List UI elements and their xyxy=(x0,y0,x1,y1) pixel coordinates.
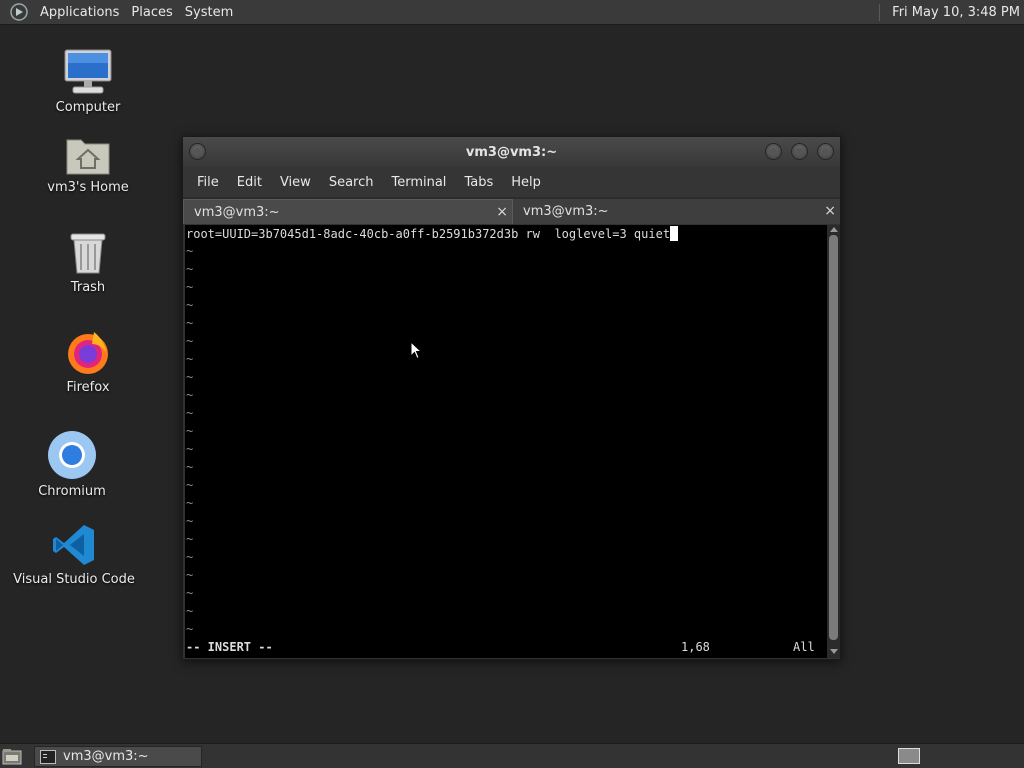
vim-empty-line-marker: ~ xyxy=(186,478,194,492)
taskbar-terminal-button[interactable]: vm3@vm3:~ xyxy=(34,746,202,767)
cursor-position: 1,68 xyxy=(681,640,710,654)
vim-empty-line-marker: ~ xyxy=(186,352,194,366)
tab-close-icon[interactable]: × xyxy=(496,204,508,220)
desktop-icon-label: Computer xyxy=(55,100,121,115)
vim-status-line: -- INSERT -- 1,68 All xyxy=(186,639,824,656)
scroll-down-arrow-icon[interactable] xyxy=(830,649,838,654)
menu-view[interactable]: View xyxy=(272,175,319,190)
close-button[interactable] xyxy=(817,143,834,160)
terminal-scrollbar[interactable] xyxy=(827,225,840,658)
vim-empty-line-marker: ~ xyxy=(186,280,194,294)
firefox-icon xyxy=(64,324,112,376)
places-menu[interactable]: Places xyxy=(125,5,178,20)
scroll-position: All xyxy=(793,640,815,654)
applications-menu[interactable]: Applications xyxy=(34,5,125,20)
vscode-icon xyxy=(51,516,97,568)
terminal-icon xyxy=(40,749,56,764)
panel-separator xyxy=(879,3,881,21)
computer-icon xyxy=(63,44,113,96)
desktop-icon-firefox[interactable]: Firefox xyxy=(58,324,118,395)
menu-search[interactable]: Search xyxy=(321,175,382,190)
terminal-window[interactable]: vm3@vm3:~ File Edit View Search Terminal… xyxy=(182,136,841,660)
terminal-command-text: root=UUID=3b7045d1-8adc-40cb-a0ff-b2591b… xyxy=(186,227,671,241)
vim-empty-line-marker: ~ xyxy=(186,442,194,456)
clock[interactable]: Fri May 10, 3:48 PM xyxy=(892,5,1020,20)
top-panel: Applications Places System Fri May 10, 3… xyxy=(0,0,1024,25)
vim-empty-line-marker: ~ xyxy=(186,244,194,258)
menu-help[interactable]: Help xyxy=(503,175,549,190)
window-titlebar[interactable]: vm3@vm3:~ xyxy=(183,137,840,167)
vim-empty-line-marker: ~ xyxy=(186,388,194,402)
desktop-icon-label: Visual Studio Code xyxy=(13,572,135,587)
vim-mode-indicator: -- INSERT -- xyxy=(186,640,273,654)
vim-empty-line-marker: ~ xyxy=(186,586,194,600)
workspace-switcher[interactable] xyxy=(898,748,920,764)
desktop-icon-label: Firefox xyxy=(66,380,110,395)
scrollbar-thumb[interactable] xyxy=(829,235,838,640)
vim-empty-line-marker: ~ xyxy=(186,334,194,348)
window-menu-button[interactable] xyxy=(189,143,206,160)
desktop-icon-label: vm3's Home xyxy=(47,180,129,195)
menu-edit[interactable]: Edit xyxy=(229,175,270,190)
minimize-button[interactable] xyxy=(765,143,782,160)
scroll-up-arrow-icon[interactable] xyxy=(830,227,838,232)
text-cursor xyxy=(670,226,679,241)
tab-close-icon[interactable]: × xyxy=(824,203,836,219)
desktop-icon-home[interactable]: vm3's Home xyxy=(44,124,132,195)
terminal-menubar: File Edit View Search Terminal Tabs Help xyxy=(183,167,840,197)
terminal-content[interactable]: root=UUID=3b7045d1-8adc-40cb-a0ff-b2591b… xyxy=(185,225,827,658)
bottom-panel: vm3@vm3:~ xyxy=(0,743,1024,768)
desktop-icon-label: Trash xyxy=(70,280,106,295)
vim-empty-line-marker: ~ xyxy=(186,496,194,510)
vim-empty-line-marker: ~ xyxy=(186,298,194,312)
trash-icon xyxy=(68,224,108,276)
tab-terminal-1[interactable]: vm3@vm3:~ × xyxy=(183,199,513,224)
vim-empty-line-marker: ~ xyxy=(186,460,194,474)
vim-empty-line-marker: ~ xyxy=(186,424,194,438)
taskbar-button-label: vm3@vm3:~ xyxy=(63,749,149,764)
desktop-icon-label: Chromium xyxy=(38,484,106,499)
menu-terminal[interactable]: Terminal xyxy=(383,175,454,190)
menu-file[interactable]: File xyxy=(189,175,227,190)
show-desktop-icon[interactable] xyxy=(2,748,22,765)
vim-empty-line-marker: ~ xyxy=(186,604,194,618)
vim-empty-line-marker: ~ xyxy=(186,514,194,528)
vim-empty-line-marker: ~ xyxy=(186,550,194,564)
applications-logo-icon[interactable] xyxy=(9,2,29,22)
desktop-icon-vscode[interactable]: Visual Studio Code xyxy=(13,516,135,587)
vim-empty-line-marker: ~ xyxy=(186,262,194,276)
maximize-button[interactable] xyxy=(791,143,808,160)
menu-tabs[interactable]: Tabs xyxy=(456,175,501,190)
tab-terminal-2[interactable]: vm3@vm3:~ × xyxy=(513,199,840,224)
vim-empty-line-marker: ~ xyxy=(186,406,194,420)
vim-empty-line-marker: ~ xyxy=(186,622,194,636)
vim-empty-line-marker: ~ xyxy=(186,532,194,546)
desktop-icon-computer[interactable]: Computer xyxy=(52,44,124,115)
desktop-icon-trash[interactable]: Trash xyxy=(58,224,118,295)
window-title: vm3@vm3:~ xyxy=(465,144,558,160)
terminal-tabbar: vm3@vm3:~ × vm3@vm3:~ × xyxy=(183,197,840,224)
tab-label: vm3@vm3:~ xyxy=(523,204,609,219)
terminal-line: root=UUID=3b7045d1-8adc-40cb-a0ff-b2591b… xyxy=(186,226,679,243)
home-folder-icon xyxy=(65,124,111,176)
mouse-pointer-icon xyxy=(410,340,423,364)
desktop-icon-chromium[interactable]: Chromium xyxy=(36,428,108,499)
chromium-icon xyxy=(47,428,97,480)
system-menu[interactable]: System xyxy=(179,5,239,20)
vim-empty-line-marker: ~ xyxy=(186,568,194,582)
vim-empty-line-marker: ~ xyxy=(186,370,194,384)
vim-empty-line-marker: ~ xyxy=(186,316,194,330)
tab-label: vm3@vm3:~ xyxy=(194,204,280,220)
